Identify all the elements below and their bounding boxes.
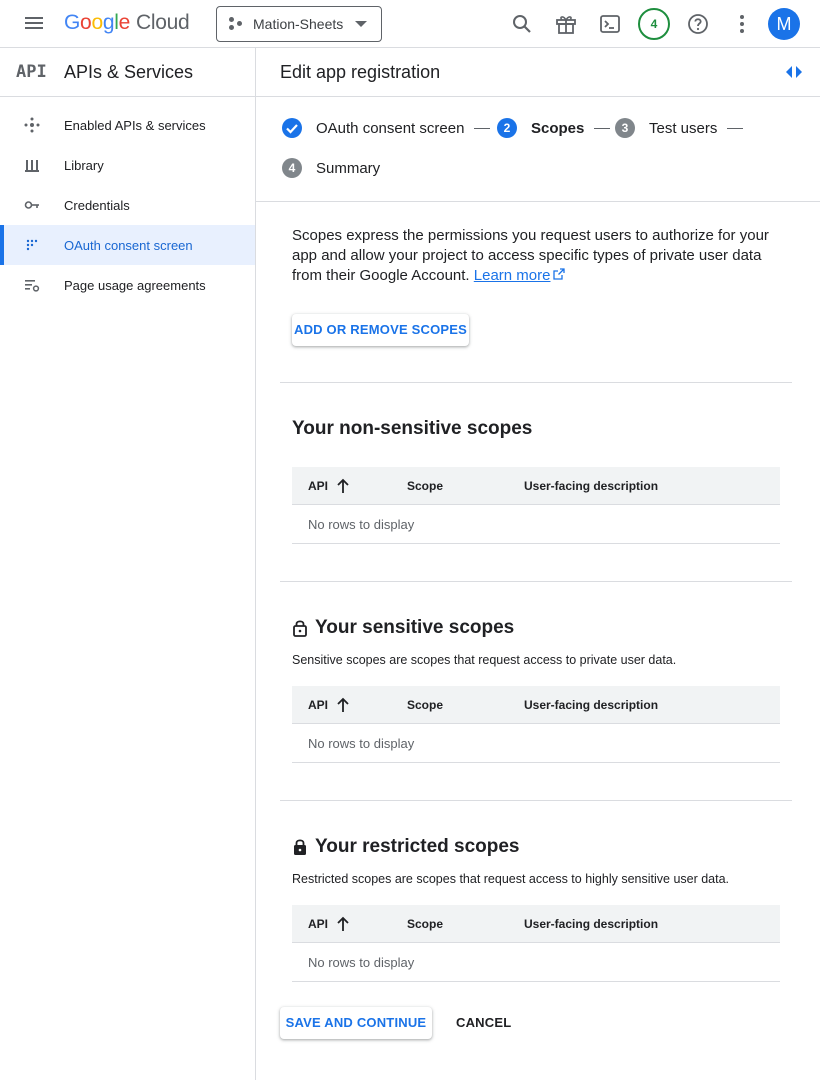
main-header: Edit app registration (256, 48, 820, 97)
column-header-api[interactable]: API (308, 917, 328, 931)
sort-arrow-up-icon[interactable] (336, 916, 350, 932)
sidebar-item-label: Credentials (64, 197, 130, 213)
lock-icon (294, 839, 306, 855)
restricted-scopes-description: Restricted scopes are scopes that reques… (292, 872, 730, 886)
save-and-continue-button[interactable]: SAVE AND CONTINUE (280, 1007, 432, 1039)
caret-down-icon (355, 21, 367, 27)
sidebar-item-page-usage[interactable]: Page usage agreements (0, 265, 255, 305)
gift-icon[interactable] (554, 12, 578, 36)
collapse-panel-icon[interactable] (784, 64, 804, 80)
step-connector (594, 127, 611, 129)
account-avatar[interactable]: M (768, 8, 800, 40)
sensitive-scopes-table: API Scope User-facing description No row… (292, 686, 780, 763)
divider (280, 800, 792, 801)
sidebar-nav: Enabled APIs & services Library Credenti… (0, 97, 255, 305)
consent-icon (26, 239, 38, 251)
lock-open-icon (293, 620, 307, 637)
notifications-badge[interactable]: 4 (638, 8, 670, 40)
sort-arrow-up-icon[interactable] (336, 697, 350, 713)
step-number: 4 (282, 158, 302, 178)
more-vert-icon[interactable] (730, 12, 754, 36)
settings-list-icon (25, 280, 40, 292)
sort-arrow-up-icon[interactable] (336, 478, 350, 494)
external-link-icon (553, 268, 566, 280)
sidebar-item-enabled-apis[interactable]: Enabled APIs & services (0, 105, 255, 145)
column-header-description: User-facing description (524, 917, 659, 931)
project-selector[interactable]: Mation-Sheets (216, 6, 382, 42)
step-scopes[interactable]: 2 Scopes (497, 118, 611, 138)
step-label: Summary (316, 159, 381, 177)
sidebar: API APIs & Services Enabled APIs & servi… (0, 48, 256, 1080)
sidebar-header: API APIs & Services (0, 48, 255, 97)
top-bar: Google Cloud Mation-Sheets 4 M (0, 0, 820, 48)
sidebar-item-credentials[interactable]: Credentials (0, 185, 255, 225)
step-number: 3 (615, 118, 635, 138)
add-remove-scopes-button[interactable]: ADD OR REMOVE SCOPES (292, 314, 469, 346)
step-summary[interactable]: 4 Summary (282, 158, 380, 178)
table-header: API Scope User-facing description (292, 905, 780, 943)
sidebar-title: APIs & Services (64, 62, 194, 82)
library-icon (25, 160, 39, 172)
step-oauth-consent[interactable]: OAuth consent screen (282, 118, 491, 138)
table-empty-row: No rows to display (292, 505, 780, 544)
google-cloud-logo[interactable]: Google Cloud (64, 11, 190, 35)
column-header-scope: Scope (407, 479, 444, 493)
restricted-scopes-title: Your restricted scopes (292, 836, 520, 858)
main-menu-icon[interactable] (22, 14, 46, 34)
column-header-description: User-facing description (524, 479, 659, 493)
table-header: API Scope User-facing description (292, 467, 780, 505)
column-header-api[interactable]: API (308, 698, 328, 712)
learn-more-link[interactable]: Learn more (474, 267, 551, 284)
column-header-api[interactable]: API (308, 479, 328, 493)
sidebar-item-label: Enabled APIs & services (64, 117, 206, 133)
project-name: Mation-Sheets (253, 16, 344, 32)
step-connector (727, 127, 744, 129)
sensitive-scopes-title: Your sensitive scopes (292, 617, 514, 639)
sidebar-item-oauth-consent[interactable]: OAuth consent screen (0, 225, 255, 265)
non-sensitive-scopes-title: Your non-sensitive scopes (292, 418, 533, 439)
table-empty-row: No rows to display (292, 943, 780, 982)
main-panel: Edit app registration OAuth consent scre… (256, 48, 820, 1080)
cancel-button[interactable]: CANCEL (456, 1015, 511, 1030)
key-icon (24, 201, 39, 209)
step-label: Scopes (531, 119, 585, 137)
table-header: API Scope User-facing description (292, 686, 780, 724)
page-title: Edit app registration (280, 62, 441, 82)
empty-text: No rows to display (308, 517, 415, 532)
cloud-shell-icon[interactable] (598, 12, 622, 36)
table-empty-row: No rows to display (292, 724, 780, 763)
stepper: OAuth consent screen 2 Scopes 3 Test use… (256, 97, 820, 202)
project-icon (229, 17, 243, 31)
sidebar-item-label: OAuth consent screen (64, 237, 193, 253)
sensitive-scopes-description: Sensitive scopes are scopes that request… (292, 653, 677, 667)
step-test-users[interactable]: 3 Test users (615, 118, 744, 138)
sidebar-item-library[interactable]: Library (0, 145, 255, 185)
hub-icon (24, 117, 40, 133)
help-icon[interactable] (686, 12, 710, 36)
divider (280, 382, 792, 383)
column-header-description: User-facing description (524, 698, 659, 712)
step-label: Test users (649, 119, 718, 137)
step-number: 2 (497, 118, 517, 138)
column-header-scope: Scope (407, 917, 444, 931)
step-label: OAuth consent screen (316, 119, 465, 137)
non-sensitive-scopes-table: API Scope User-facing description No row… (292, 467, 780, 544)
sidebar-item-label: Page usage agreements (64, 277, 206, 293)
column-header-scope: Scope (407, 698, 444, 712)
scopes-intro: Scopes express the permissions you reque… (292, 226, 782, 286)
check-icon (282, 118, 302, 138)
empty-text: No rows to display (308, 736, 415, 751)
api-logo: API (16, 62, 47, 82)
sidebar-item-label: Library (64, 157, 104, 173)
restricted-scopes-table: API Scope User-facing description No row… (292, 905, 780, 982)
divider (280, 581, 792, 582)
empty-text: No rows to display (308, 955, 415, 970)
step-connector (474, 127, 491, 129)
search-icon[interactable] (510, 12, 534, 36)
